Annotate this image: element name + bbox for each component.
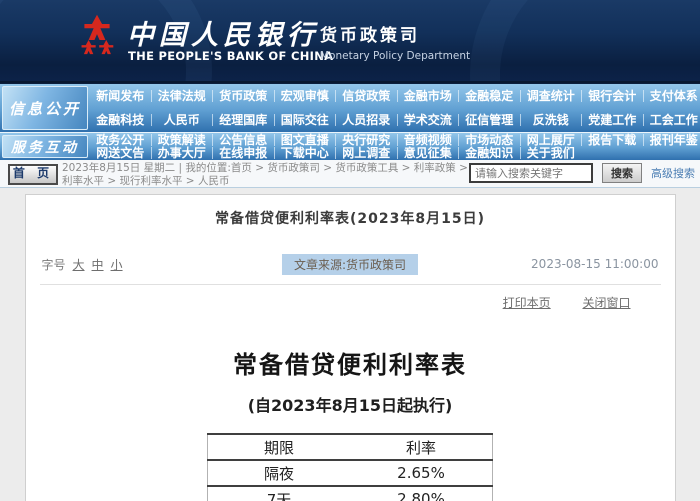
search-area: 搜索 高级搜索 (469, 163, 695, 183)
content-panel: 常备借贷便利利率表(2023年8月15日) 字号 大 中 小 文章来源:货币政策… (25, 194, 676, 501)
nav-item[interactable]: 国际交往 (274, 114, 336, 126)
nav-item[interactable]: 报刊年鉴 (643, 134, 700, 146)
article-source: 文章来源:货币政策司 (282, 254, 418, 275)
nav-item[interactable]: 工会工作 (643, 114, 700, 126)
advanced-search-link[interactable]: 高级搜索 (651, 165, 695, 181)
nav-item[interactable]: 党建工作 (581, 114, 643, 126)
nav-item[interactable]: 信贷政策 (335, 90, 397, 102)
nav-item[interactable]: 金融知识 (458, 147, 520, 159)
nav-item[interactable]: 支付体系 (643, 90, 700, 102)
term-cell: 7天 (208, 486, 351, 501)
font-size-medium-link[interactable]: 中 (92, 256, 104, 273)
nav-item[interactable]: 公告信息 (212, 134, 274, 146)
article-meta-row: 字号 大 中 小 文章来源:货币政策司 2023-08-15 11:00:00 (26, 254, 675, 274)
rate-table: 期限 利率 隔夜 2.65% 7天 2.80% 1个月 3.15% (207, 433, 493, 501)
nav-item[interactable]: 央行研究 (335, 134, 397, 146)
rate-table-heading: 常备借贷便利利率表 (26, 345, 675, 380)
font-size-control: 字号 大 中 小 (42, 256, 123, 273)
pboc-emblem-icon (76, 13, 118, 67)
breadcrumb-separator: | (178, 162, 182, 174)
nav-item[interactable]: 政务公开 (90, 134, 151, 146)
nav-item[interactable]: 反洗钱 (520, 114, 582, 126)
font-size-large-link[interactable]: 大 (73, 256, 85, 273)
nav-item[interactable]: 政策解读 (151, 134, 213, 146)
main-nav: 信息公开 新闻发布 法律法规 货币政策 宏观审慎 信贷政策 金融市场 金融稳定 … (0, 83, 700, 160)
nav-item[interactable]: 金融市场 (397, 90, 459, 102)
nav-group-service-interaction: 服务互动 政务公开 政策解读 公告信息 图文直播 央行研究 音频视频 市场动态 … (0, 132, 700, 160)
bank-name-cn: 中国人民银行 (127, 13, 319, 52)
nav-item[interactable]: 学术交流 (397, 114, 459, 126)
nav-item[interactable]: 宏观审慎 (274, 90, 336, 102)
page-body: 常备借贷便利利率表(2023年8月15日) 字号 大 中 小 文章来源:货币政策… (0, 188, 700, 501)
nav-items-service: 政务公开 政策解读 公告信息 图文直播 央行研究 音频视频 市场动态 网上展厅 … (90, 133, 700, 160)
nav-items-info: 新闻发布 法律法规 货币政策 宏观审慎 信贷政策 金融市场 金融稳定 调查统计 … (90, 84, 700, 132)
article-title: 常备借贷便利利率表(2023年8月15日) (26, 208, 675, 228)
breadcrumb-bar: 首 页 2023年8月15日 星期二 | 我的位置:首页 > 货币政策司 > 货… (0, 160, 700, 188)
rate-table-subheading: (自2023年8月15日起执行) (26, 392, 675, 416)
print-page-link[interactable]: 打印本页 (503, 296, 551, 310)
nav-item[interactable]: 征信管理 (458, 114, 520, 126)
nav-row-2: 金融科技 人民币 经理国库 国际交往 人员招录 学术交流 征信管理 反洗钱 党建… (90, 108, 700, 132)
rate-cell: 2.80% (350, 486, 493, 501)
nav-item[interactable]: 图文直播 (274, 134, 336, 146)
column-header-term: 期限 (208, 434, 351, 460)
nav-item[interactable]: 网上调查 (335, 147, 397, 159)
bank-name-en: THE PEOPLE'S BANK OF CHINA (128, 49, 333, 63)
site-header: 中国人民银行 THE PEOPLE'S BANK OF CHINA 货币政策司 … (0, 0, 700, 83)
term-cell: 隔夜 (208, 460, 351, 486)
nav-item[interactable]: 新闻发布 (90, 90, 151, 102)
nav-item[interactable]: 人民币 (151, 114, 213, 126)
article-timestamp: 2023-08-15 11:00:00 (531, 257, 658, 271)
column-header-rate: 利率 (350, 434, 493, 460)
nav-row-1: 新闻发布 法律法规 货币政策 宏观审慎 信贷政策 金融市场 金融稳定 调查统计 … (90, 84, 700, 108)
nav-item[interactable]: 在线申报 (212, 147, 274, 159)
nav-item[interactable]: 办事大厅 (151, 147, 213, 159)
search-button[interactable]: 搜索 (602, 163, 642, 183)
department-block: 货币政策司 Monetary Policy Department (320, 21, 470, 62)
nav-item[interactable]: 货币政策 (212, 90, 274, 102)
department-name-cn: 货币政策司 (320, 21, 470, 46)
nav-item[interactable]: 银行会计 (581, 90, 643, 102)
nav-label-service-interaction: 服务互动 (2, 135, 88, 158)
nav-item[interactable]: 金融稳定 (458, 90, 520, 102)
nav-item[interactable]: 人员招录 (335, 114, 397, 126)
print-row: 打印本页 关闭窗口 (26, 294, 675, 311)
department-name-en: Monetary Policy Department (320, 50, 470, 62)
nav-row-4: 网送文告 办事大厅 在线申报 下载中心 网上调查 意见征集 金融知识 关于我们 (90, 147, 700, 161)
breadcrumb: 2023年8月15日 星期二 | 我的位置:首页 > 货币政策司 > 货币政策工… (62, 162, 472, 187)
table-header-row: 期限 利率 (208, 434, 493, 460)
nav-label-info-disclosure: 信息公开 (2, 86, 88, 130)
nav-row-3: 政务公开 政策解读 公告信息 图文直播 央行研究 音频视频 市场动态 网上展厅 … (90, 133, 700, 147)
close-window-link[interactable]: 关闭窗口 (582, 296, 630, 310)
font-size-small-link[interactable]: 小 (111, 256, 123, 273)
nav-item[interactable]: 报告下载 (581, 134, 643, 146)
nav-item[interactable]: 网送文告 (90, 147, 151, 159)
font-size-label: 字号 (42, 256, 66, 273)
table-row: 隔夜 2.65% (208, 460, 493, 486)
nav-item[interactable]: 下载中心 (274, 147, 336, 159)
nav-item[interactable]: 市场动态 (458, 134, 520, 146)
nav-item[interactable]: 意见征集 (397, 147, 459, 159)
rate-cell: 2.65% (350, 460, 493, 486)
table-row: 7天 2.80% (208, 486, 493, 501)
nav-item[interactable]: 金融科技 (90, 114, 151, 126)
nav-group-info-disclosure: 信息公开 新闻发布 法律法规 货币政策 宏观审慎 信贷政策 金融市场 金融稳定 … (0, 83, 700, 132)
nav-item[interactable]: 关于我们 (520, 147, 582, 159)
nav-item[interactable]: 法律法规 (151, 90, 213, 102)
location-label: 我的位置: (185, 162, 231, 174)
nav-item[interactable]: 经理国库 (212, 114, 274, 126)
home-button[interactable]: 首 页 (8, 164, 58, 185)
nav-item[interactable]: 音频视频 (397, 134, 459, 146)
meta-divider (40, 284, 661, 285)
nav-item[interactable]: 网上展厅 (520, 134, 582, 146)
current-date: 2023年8月15日 星期二 (62, 162, 175, 174)
nav-item[interactable]: 调查统计 (520, 90, 582, 102)
search-input[interactable] (469, 163, 593, 183)
